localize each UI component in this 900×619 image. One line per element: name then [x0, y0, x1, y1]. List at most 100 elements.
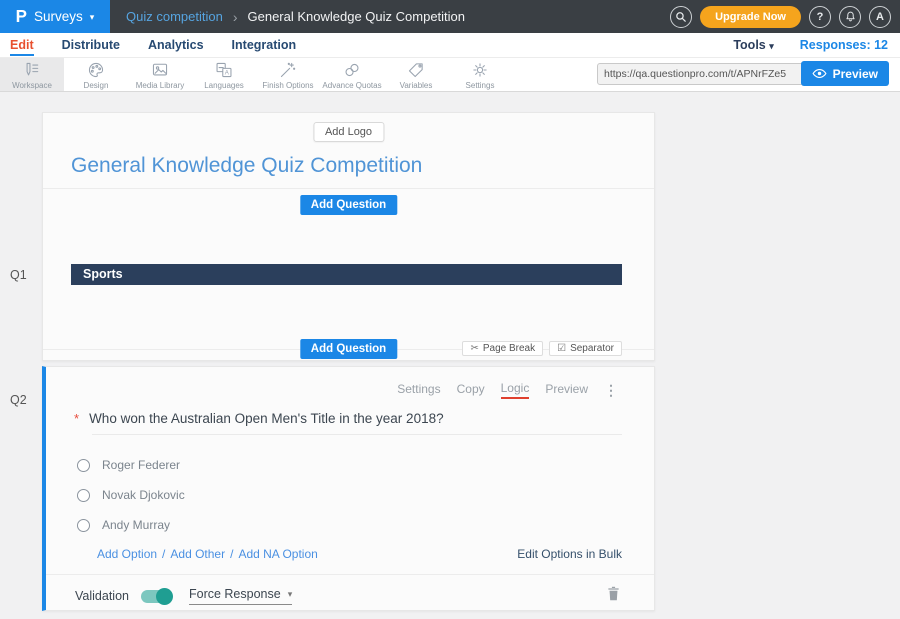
help-button[interactable]: ?	[809, 6, 831, 28]
validation-type-value: Force Response	[189, 587, 281, 601]
toolbar-label: Finish Options	[262, 81, 313, 90]
nav-right: Tools ▾ Responses: 12	[733, 38, 888, 52]
link-separator: /	[230, 547, 233, 561]
option-label[interactable]: Roger Federer	[102, 458, 180, 472]
finish-options-icon	[278, 61, 298, 79]
break-controls: ✂ Page Break ☑ Separator	[462, 341, 622, 356]
answer-option-row[interactable]: Andy Murray	[77, 518, 170, 532]
add-question-button-bottom[interactable]: Add Question	[300, 339, 397, 359]
bell-icon	[844, 10, 857, 23]
toolbar-item-settings[interactable]: Settings	[448, 58, 512, 91]
q1-section-header[interactable]: Sports	[71, 264, 622, 285]
preview-button[interactable]: Preview	[801, 61, 889, 86]
upgrade-now-button[interactable]: Upgrade Now	[700, 6, 801, 28]
radio-button-icon[interactable]	[77, 489, 90, 502]
breadcrumb-separator-icon: ›	[233, 9, 238, 25]
survey-url-value: https://qa.questionpro.com/t/APNrFZe5	[598, 68, 796, 80]
add-option-links: Add Option / Add Other / Add NA Option	[97, 547, 318, 561]
notifications-button[interactable]	[839, 6, 861, 28]
question-settings-link[interactable]: Settings	[397, 382, 440, 398]
advance-quotas-icon	[342, 61, 362, 79]
validation-label: Validation	[75, 589, 129, 603]
page-break-label: Page Break	[483, 343, 535, 354]
toolbar-label: Variables	[400, 81, 433, 90]
divider	[46, 574, 654, 575]
avatar-initial: A	[876, 11, 884, 23]
tab-analytics[interactable]: Analytics	[148, 35, 204, 56]
app-window: P Surveys ▾ Quiz competition › General K…	[0, 0, 900, 619]
divider	[43, 188, 654, 189]
trash-icon	[607, 586, 620, 601]
answer-option-row[interactable]: Novak Djokovic	[77, 488, 185, 502]
settings-icon	[470, 61, 490, 79]
breadcrumb-current: General Knowledge Quiz Competition	[248, 9, 466, 24]
required-asterisk: *	[74, 411, 79, 426]
validation-row: Validation Force Response ▾	[75, 587, 292, 605]
search-icon	[674, 10, 688, 24]
surveys-menu[interactable]: P Surveys ▾	[0, 0, 110, 33]
tab-integration[interactable]: Integration	[232, 35, 297, 56]
design-icon	[86, 61, 106, 79]
question-copy-link[interactable]: Copy	[457, 382, 485, 398]
toolbar-item-languages[interactable]: A Languages	[192, 58, 256, 91]
add-na-option-link[interactable]: Add NA Option	[238, 547, 317, 561]
answer-option-row[interactable]: Roger Federer	[77, 458, 180, 472]
tab-distribute[interactable]: Distribute	[62, 35, 120, 56]
avatar[interactable]: A	[869, 6, 891, 28]
tools-dropdown[interactable]: Tools ▾	[733, 38, 773, 52]
validation-toggle[interactable]	[141, 590, 171, 603]
toolbar-item-advance-quotas[interactable]: Advance Quotas	[320, 58, 384, 91]
toolbar-item-workspace[interactable]: Workspace	[0, 58, 64, 91]
main-nav: Edit Distribute Analytics Integration To…	[0, 33, 900, 58]
validation-type-dropdown[interactable]: Force Response ▾	[189, 587, 292, 605]
toolbar-label: Advance Quotas	[322, 81, 381, 90]
chevron-down-icon: ▾	[288, 589, 293, 600]
top-header: P Surveys ▾ Quiz competition › General K…	[0, 0, 900, 33]
survey-header-card: Add Logo General Knowledge Quiz Competit…	[42, 112, 655, 361]
tab-edit[interactable]: Edit	[10, 35, 34, 56]
page-break-button[interactable]: ✂ Page Break	[462, 341, 543, 356]
question-text[interactable]: Who won the Australian Open Men's Title …	[89, 411, 444, 426]
toggle-knob	[156, 588, 173, 605]
toolbar-item-variables[interactable]: Variables	[384, 58, 448, 91]
checkbox-checked-icon: ☑	[557, 343, 566, 354]
survey-url-field[interactable]: https://qa.questionpro.com/t/APNrFZe5 ✎	[597, 63, 821, 85]
media-library-icon	[150, 61, 170, 79]
add-other-link[interactable]: Add Other	[170, 547, 225, 561]
product-menu-label: Surveys	[34, 9, 83, 24]
toolbar-label: Media Library	[136, 81, 184, 90]
questionpro-logo-icon: P	[16, 6, 27, 27]
question-logic-link[interactable]: Logic	[501, 381, 530, 399]
add-logo-button[interactable]: Add Logo	[313, 122, 384, 142]
question-text-underline	[92, 434, 622, 435]
languages-icon: A	[214, 61, 234, 79]
toolbar-label: Workspace	[12, 81, 52, 90]
responses-count[interactable]: Responses: 12	[800, 38, 888, 52]
eye-icon	[812, 68, 827, 79]
question-number-q1: Q1	[10, 268, 27, 282]
add-option-link[interactable]: Add Option	[97, 547, 157, 561]
radio-button-icon[interactable]	[77, 519, 90, 532]
separator-label: Separator	[570, 343, 614, 354]
variables-icon	[406, 61, 426, 79]
link-separator: /	[162, 547, 165, 561]
question-preview-link[interactable]: Preview	[545, 382, 588, 398]
breadcrumb-parent[interactable]: Quiz competition	[126, 9, 223, 24]
kebab-menu-icon[interactable]: ⋮	[604, 382, 618, 399]
radio-button-icon[interactable]	[77, 459, 90, 472]
header-actions: Upgrade Now ? A	[670, 6, 891, 28]
option-label[interactable]: Novak Djokovic	[102, 488, 185, 502]
toolbar-item-finish-options[interactable]: Finish Options	[256, 58, 320, 91]
edit-options-in-bulk-link[interactable]: Edit Options in Bulk	[517, 547, 622, 561]
chevron-down-icon: ▾	[90, 12, 95, 23]
add-question-button-top[interactable]: Add Question	[300, 195, 397, 215]
option-label[interactable]: Andy Murray	[102, 518, 170, 532]
toolbar-item-media-library[interactable]: Media Library	[128, 58, 192, 91]
scissors-icon: ✂	[470, 343, 478, 354]
toolbar-item-design[interactable]: Design	[64, 58, 128, 91]
separator-button[interactable]: ☑ Separator	[549, 341, 622, 356]
delete-question-button[interactable]	[607, 586, 620, 606]
search-button[interactable]	[670, 6, 692, 28]
survey-title[interactable]: General Knowledge Quiz Competition	[71, 154, 422, 178]
toolbar-label: Languages	[204, 81, 244, 90]
